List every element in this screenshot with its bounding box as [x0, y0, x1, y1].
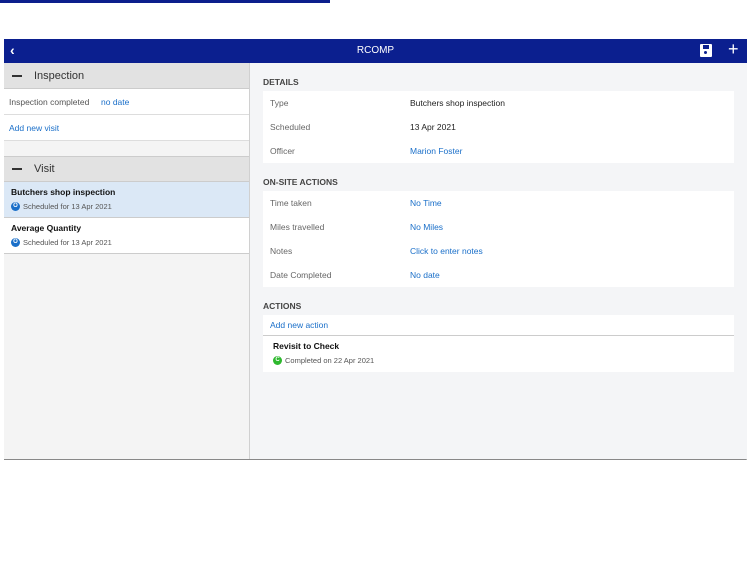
onsite-row-time: Time taken No Time	[263, 191, 734, 215]
scheduled-status-icon: O	[11, 238, 20, 247]
visit-status: Scheduled for 13 Apr 2021	[23, 202, 112, 211]
details-heading: DETAILS	[263, 77, 299, 87]
detail-value: 13 Apr 2021	[410, 122, 456, 132]
detail-label: Officer	[270, 146, 295, 156]
add-new-visit-link[interactable]: Add new visit	[9, 123, 59, 133]
add-plus-icon[interactable]: +	[728, 39, 739, 60]
collapse-minus-icon[interactable]	[12, 168, 22, 170]
inspection-title: Inspection	[34, 69, 85, 82]
detail-panel: DETAILS Type Butchers shop inspection Sch…	[250, 63, 747, 459]
visit-section-header[interactable]: Visit	[4, 156, 249, 182]
visit-title: Butchers shop inspection	[11, 187, 116, 197]
actions-card: Add new action Revisit to Check C Complet…	[263, 315, 734, 372]
action-title: Revisit to Check	[273, 341, 340, 351]
onsite-row-notes: Notes Click to enter notes	[263, 239, 734, 263]
action-status: Completed on 22 Apr 2021	[285, 356, 375, 365]
miles-value[interactable]: No Miles	[410, 222, 443, 232]
detail-row-type: Type Butchers shop inspection	[263, 91, 734, 115]
inspection-completed-row: Inspection completed no date	[4, 89, 249, 115]
onsite-label: Time taken	[270, 198, 312, 208]
onsite-label: Miles travelled	[270, 222, 325, 232]
onsite-label: Notes	[270, 246, 293, 256]
app-window: ‹ RCOMP + Inspection Inspection complete…	[4, 39, 747, 460]
onsite-row-miles: Miles travelled No Miles	[263, 215, 734, 239]
time-taken-value[interactable]: No Time	[410, 198, 442, 208]
add-action-row: Add new action	[263, 315, 734, 336]
left-panel: Inspection Inspection completed no date …	[4, 63, 250, 459]
detail-value: Butchers shop inspection	[410, 98, 505, 108]
onsite-row-date: Date Completed No date	[263, 263, 734, 287]
visit-title: Visit	[34, 163, 55, 175]
visit-list-item[interactable]: Average Quantity O Scheduled for 13 Apr 2…	[4, 218, 249, 254]
inspection-completed-date[interactable]: no date	[101, 97, 129, 107]
inspection-section-header[interactable]: Inspection	[4, 63, 249, 89]
detail-label: Type	[270, 98, 289, 108]
officer-link[interactable]: Marion Foster	[410, 146, 462, 156]
page-title: RCOMP	[356, 45, 395, 56]
action-item[interactable]: Revisit to Check C Completed on 22 Apr 20…	[263, 336, 734, 372]
header-bar: ‹ RCOMP +	[4, 39, 747, 63]
completed-status-icon: C	[273, 356, 282, 365]
add-new-visit-row: Add new visit	[4, 115, 249, 141]
detail-row-officer: Officer Marion Foster	[263, 139, 734, 163]
onsite-card: Time taken No Time Miles travelled No Mile…	[263, 191, 734, 287]
add-new-action-link[interactable]: Add new action	[263, 320, 328, 330]
scheduled-status-icon: O	[11, 202, 20, 211]
detail-label: Scheduled	[270, 122, 311, 132]
actions-heading: ACTIONS	[263, 301, 302, 311]
details-card: Type Butchers shop inspection Scheduled 13…	[263, 91, 734, 163]
visit-status: Scheduled for 13 Apr 2021	[23, 238, 112, 247]
onsite-label: Date Completed	[270, 270, 332, 280]
detail-row-scheduled: Scheduled 13 Apr 2021	[263, 115, 734, 139]
visit-list-item[interactable]: Butchers shop inspection O Scheduled for …	[4, 182, 249, 218]
visit-title: Average Quantity	[11, 223, 82, 233]
save-icon[interactable]	[700, 44, 712, 57]
notes-value[interactable]: Click to enter notes	[410, 246, 483, 256]
onsite-heading: ON-SITE ACTIONS	[263, 177, 338, 187]
collapse-minus-icon[interactable]	[12, 74, 22, 77]
top-progress-line	[0, 0, 330, 3]
inspection-completed-label: Inspection completed	[9, 96, 90, 107]
date-completed-value[interactable]: No date	[410, 270, 440, 280]
